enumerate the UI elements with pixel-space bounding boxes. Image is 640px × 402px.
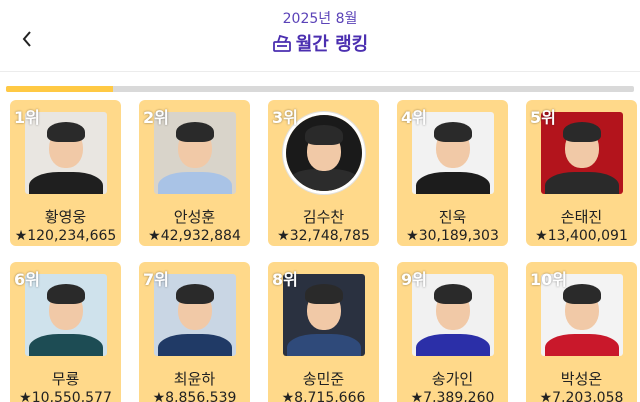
rank-label: 10위 [530, 270, 567, 289]
ranking-card[interactable]: 7위 최윤하 ★8,856,539 [139, 262, 250, 402]
page-title: 월간 랭킹 [295, 34, 369, 55]
progress-bar [6, 86, 634, 92]
artist-name: 안성훈 [173, 208, 216, 226]
vote-score: ★7,203,058 [539, 390, 624, 402]
vote-score: ★120,234,665 [14, 228, 117, 244]
rank-label: 9위 [401, 270, 427, 289]
rank-label: 6위 [14, 270, 40, 289]
header: 2025년 8월 월간 랭킹 [0, 0, 640, 72]
ranking-card[interactable]: 1위 황영웅 ★120,234,665 [10, 100, 121, 246]
ranking-card[interactable]: 2위 안성훈 ★42,932,884 [139, 100, 250, 246]
artist-name: 무룡 [51, 370, 80, 388]
artist-name: 진욱 [438, 208, 467, 226]
artist-name: 최윤하 [173, 370, 216, 388]
rank-label: 4위 [401, 108, 427, 127]
artist-name: 황영웅 [44, 208, 87, 226]
ranking-grid: 1위 황영웅 ★120,234,665 2위 안성훈 ★42,932,884 3… [10, 100, 637, 402]
vote-score: ★30,189,303 [406, 228, 499, 244]
ranking-card[interactable]: 10위 박성온 ★7,203,058 [526, 262, 637, 402]
ballot-box-icon [272, 34, 291, 52]
vote-score: ★10,550,577 [19, 390, 112, 402]
artist-name: 김수찬 [302, 208, 345, 226]
ranking-card[interactable]: 8위 송민준 ★8,715,666 [268, 262, 379, 402]
artist-name: 손태진 [560, 208, 603, 226]
vote-score: ★42,932,884 [148, 228, 241, 244]
ranking-card[interactable]: 4위 진욱 ★30,189,303 [397, 100, 508, 246]
vote-score: ★8,856,539 [152, 390, 237, 402]
ranking-card[interactable]: 3위 김수찬 ★32,748,785 [268, 100, 379, 246]
rank-label: 8위 [272, 270, 298, 289]
rank-label: 5위 [530, 108, 556, 127]
artist-name: 박성온 [560, 370, 603, 388]
vote-score: ★8,715,666 [281, 390, 366, 402]
artist-name: 송민준 [302, 370, 345, 388]
ranking-card[interactable]: 6위 무룡 ★10,550,577 [10, 262, 121, 402]
vote-score: ★13,400,091 [535, 228, 628, 244]
vote-score: ★32,748,785 [277, 228, 370, 244]
rank-label: 7위 [143, 270, 169, 289]
progress-fill [6, 86, 113, 92]
ranking-card[interactable]: 5위 손태진 ★13,400,091 [526, 100, 637, 246]
rank-label: 2위 [143, 108, 169, 127]
rank-label: 1위 [14, 108, 40, 127]
page-title-row: 월간 랭킹 [0, 30, 640, 56]
ranking-card[interactable]: 9위 송가인 ★7,389,260 [397, 262, 508, 402]
rank-label: 3위 [272, 108, 298, 127]
page-subtitle: 2025년 8월 [282, 11, 358, 27]
artist-name: 송가인 [431, 370, 474, 388]
vote-score: ★7,389,260 [410, 390, 495, 402]
